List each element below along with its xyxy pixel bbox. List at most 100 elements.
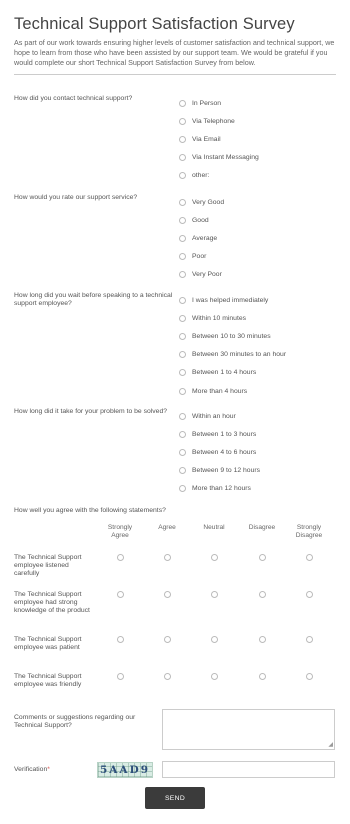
radio-option[interactable]: Very Good bbox=[179, 193, 224, 211]
options-group: Within an hour Between 1 to 3 hours Betwee… bbox=[179, 407, 260, 498]
matrix-radio-button[interactable] bbox=[210, 554, 218, 561]
radio-button[interactable] bbox=[179, 430, 186, 438]
matrix-row-label: The Technical Support employee was patie… bbox=[14, 636, 82, 652]
radio-option[interactable]: I was helped immediately bbox=[179, 291, 286, 309]
radio-option[interactable]: More than 4 hours bbox=[179, 382, 286, 400]
radio-button[interactable] bbox=[179, 271, 186, 279]
radio-button[interactable] bbox=[179, 369, 186, 377]
radio-button[interactable] bbox=[179, 485, 186, 493]
radio-option-label: Between 9 to 12 hours bbox=[192, 467, 261, 475]
matrix-radio-button[interactable] bbox=[163, 554, 171, 561]
radio-button[interactable] bbox=[179, 253, 186, 261]
question-block: How long did you wait before speaking to… bbox=[14, 291, 336, 395]
matrix-title: How well you agree with the following st… bbox=[14, 507, 166, 514]
matrix-radio-button[interactable] bbox=[116, 554, 124, 561]
radio-option[interactable]: Average bbox=[179, 229, 224, 247]
radio-option-label: More than 4 hours bbox=[192, 387, 248, 395]
radio-button[interactable] bbox=[179, 412, 186, 420]
matrix-radio-button[interactable] bbox=[210, 636, 218, 643]
matrix-radio-button[interactable] bbox=[116, 673, 124, 680]
options-group: In Person Via Telephone Via Email Via Insta… bbox=[179, 94, 259, 185]
matrix-radio-button[interactable] bbox=[258, 636, 266, 643]
radio-button[interactable] bbox=[179, 135, 186, 143]
matrix-row-label: The Technical Support employee had stron… bbox=[14, 591, 90, 615]
radio-option[interactable]: other: bbox=[179, 167, 259, 185]
matrix-radio-button[interactable] bbox=[258, 591, 266, 598]
radio-button[interactable] bbox=[179, 387, 186, 395]
radio-button[interactable] bbox=[179, 198, 186, 206]
radio-option[interactable]: Between 10 to 30 minutes bbox=[179, 327, 286, 345]
verification-label: Verification* bbox=[14, 766, 50, 773]
verification-label-text: Verification bbox=[14, 766, 48, 773]
matrix-radio-button[interactable] bbox=[305, 591, 313, 598]
radio-option-label: Between 1 to 3 hours bbox=[192, 430, 257, 438]
radio-option[interactable]: Between 1 to 4 hours bbox=[179, 364, 286, 382]
radio-option[interactable]: More than 12 hours bbox=[179, 480, 260, 498]
matrix-radio-button[interactable] bbox=[305, 554, 313, 561]
radio-option[interactable]: Between 30 minutes to an hour bbox=[179, 346, 286, 364]
comments-textarea[interactable]: ◢ bbox=[162, 709, 335, 750]
radio-option[interactable]: Between 1 to 3 hours bbox=[179, 425, 260, 443]
radio-option[interactable]: In Person bbox=[179, 94, 259, 112]
radio-button[interactable] bbox=[179, 351, 186, 359]
radio-button[interactable] bbox=[179, 314, 186, 322]
radio-option-label: Between 1 to 4 hours bbox=[192, 369, 257, 377]
radio-button[interactable] bbox=[179, 296, 186, 304]
radio-option-label: Very Good bbox=[192, 198, 225, 206]
radio-button[interactable] bbox=[179, 234, 186, 242]
question-label: How long did it take for your problem to… bbox=[14, 408, 168, 415]
radio-button[interactable] bbox=[179, 172, 186, 180]
send-button[interactable]: SEND bbox=[145, 787, 205, 809]
matrix-radio-button[interactable] bbox=[305, 673, 313, 680]
radio-button[interactable] bbox=[179, 467, 186, 475]
radio-option-label: Very Poor bbox=[192, 271, 222, 279]
radio-button[interactable] bbox=[179, 154, 186, 162]
radio-option[interactable]: Via Telephone bbox=[179, 112, 259, 130]
question-block: How long did it take for your problem to… bbox=[14, 408, 336, 493]
matrix-column-header: Strongly Agree bbox=[107, 524, 133, 539]
matrix-radio-button[interactable] bbox=[305, 636, 313, 643]
matrix-radio-button[interactable] bbox=[258, 673, 266, 680]
matrix-radio-button[interactable] bbox=[210, 591, 218, 598]
matrix-row-label: The Technical Support employee was frien… bbox=[14, 673, 82, 689]
radio-option[interactable]: Within 10 minutes bbox=[179, 309, 286, 327]
matrix-radio-button[interactable] bbox=[210, 673, 218, 680]
radio-option-label: Between 10 to 30 minutes bbox=[192, 332, 271, 340]
page-title: Technical Support Satisfaction Survey bbox=[14, 15, 295, 33]
radio-option-label: More than 12 hours bbox=[192, 485, 251, 493]
comments-label: Comments or suggestions regarding our Te… bbox=[14, 714, 136, 730]
captcha-text: 5AAD9 bbox=[99, 764, 150, 776]
radio-option-label: Between 4 to 6 hours bbox=[192, 448, 257, 456]
verification-input[interactable] bbox=[162, 761, 335, 778]
radio-option[interactable]: Via Instant Messaging bbox=[179, 149, 259, 167]
radio-option-label: Within an hour bbox=[192, 412, 236, 420]
radio-option[interactable]: Within an hour bbox=[179, 407, 260, 425]
question-block: How did you contact technical support? In… bbox=[14, 95, 336, 180]
matrix-radio-button[interactable] bbox=[116, 591, 124, 598]
matrix-radio-button[interactable] bbox=[163, 591, 171, 598]
radio-button[interactable] bbox=[179, 99, 186, 107]
radio-option[interactable]: Very Poor bbox=[179, 266, 224, 284]
matrix-radio-button[interactable] bbox=[116, 636, 124, 643]
matrix-column-header: Strongly Disagree bbox=[295, 524, 323, 539]
radio-option[interactable]: Good bbox=[179, 211, 224, 229]
required-mark: * bbox=[47, 766, 50, 773]
radio-button[interactable] bbox=[179, 117, 186, 125]
matrix-row-label: The Technical Support employee listened … bbox=[14, 554, 82, 578]
radio-option-label: Via Telephone bbox=[192, 117, 235, 125]
matrix-radio-button[interactable] bbox=[163, 673, 171, 680]
radio-option[interactable]: Between 9 to 12 hours bbox=[179, 462, 260, 480]
resize-handle-icon[interactable]: ◢ bbox=[328, 742, 333, 748]
radio-option-label: Via Instant Messaging bbox=[192, 154, 259, 162]
matrix-radio-button[interactable] bbox=[163, 636, 171, 643]
radio-button[interactable] bbox=[179, 332, 186, 340]
question-block: How would you rate our support service? V… bbox=[14, 194, 336, 279]
radio-option-label: Poor bbox=[192, 253, 207, 261]
radio-option[interactable]: Between 4 to 6 hours bbox=[179, 443, 260, 461]
radio-option-label: Via Email bbox=[192, 135, 221, 143]
radio-button[interactable] bbox=[179, 448, 186, 456]
radio-option[interactable]: Via Email bbox=[179, 130, 259, 148]
radio-option[interactable]: Poor bbox=[179, 248, 224, 266]
radio-button[interactable] bbox=[179, 216, 186, 224]
matrix-radio-button[interactable] bbox=[258, 554, 266, 561]
